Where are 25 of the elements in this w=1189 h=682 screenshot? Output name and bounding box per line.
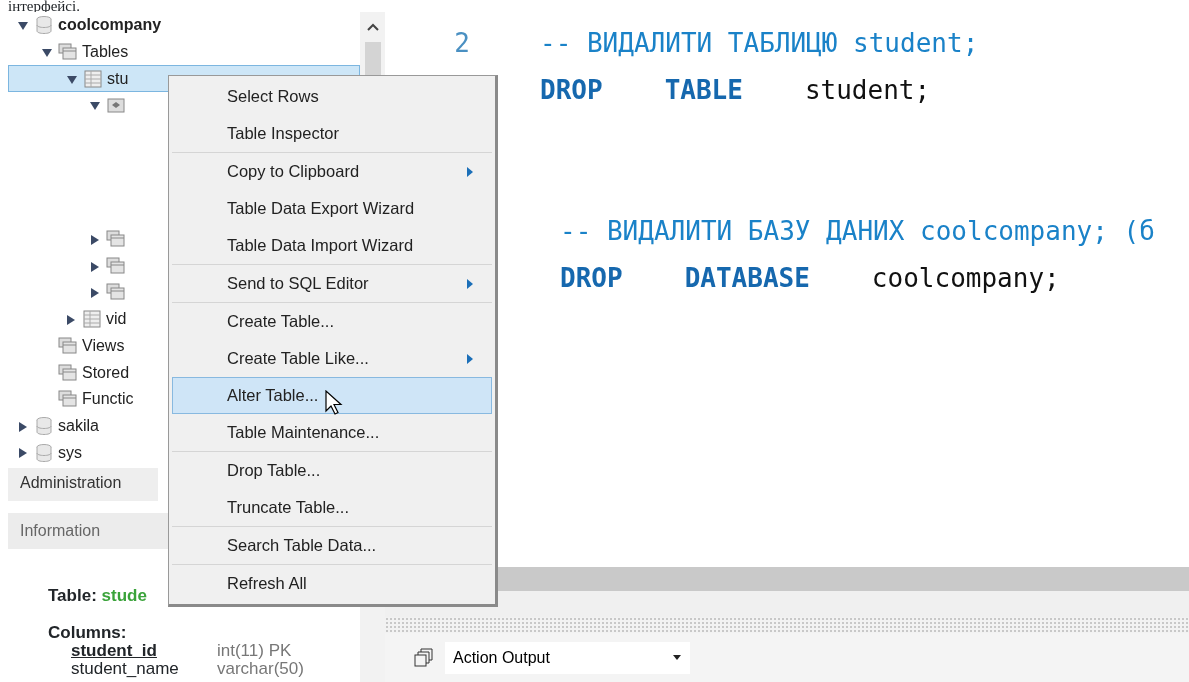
sql-comment: -- ВИДАЛИТИ ТАБЛИЦЮ student;	[540, 27, 979, 60]
sql-keyword: TABLE	[664, 74, 743, 107]
sql-identifier: coolcompany;	[871, 262, 1060, 295]
column-name: student_name	[71, 660, 180, 679]
tree-label: stu	[107, 68, 129, 89]
tree-label: Tables	[82, 42, 129, 63]
tree-label: coolcompany	[58, 15, 162, 36]
sql-identifier: student;	[804, 74, 931, 107]
tree-label: sys	[58, 442, 82, 463]
tree-label: vid	[106, 309, 127, 330]
tree-label: sakila	[58, 415, 99, 436]
caption-text: інтерфейсі.	[7, 0, 81, 12]
tree-label: Stored	[82, 362, 130, 383]
tree-label: Functic	[82, 389, 134, 410]
column-type: varchar(50)	[217, 660, 304, 679]
tree-label: Views	[82, 335, 125, 356]
sql-keyword: DATABASE	[684, 262, 810, 295]
line-number: 2	[453, 27, 471, 60]
table-title: Table: stude	[48, 585, 147, 605]
sql-keyword: DROP	[540, 74, 603, 107]
sql-keyword: DROP	[560, 262, 623, 295]
columns-label: Columns:	[48, 624, 128, 643]
column-name: student_id	[71, 642, 158, 661]
sql-comment: -- ВИДАЛИТИ БАЗУ ДАНИХ coolcompany; (б	[560, 215, 1155, 248]
column-type: int(11) PK	[217, 642, 292, 661]
